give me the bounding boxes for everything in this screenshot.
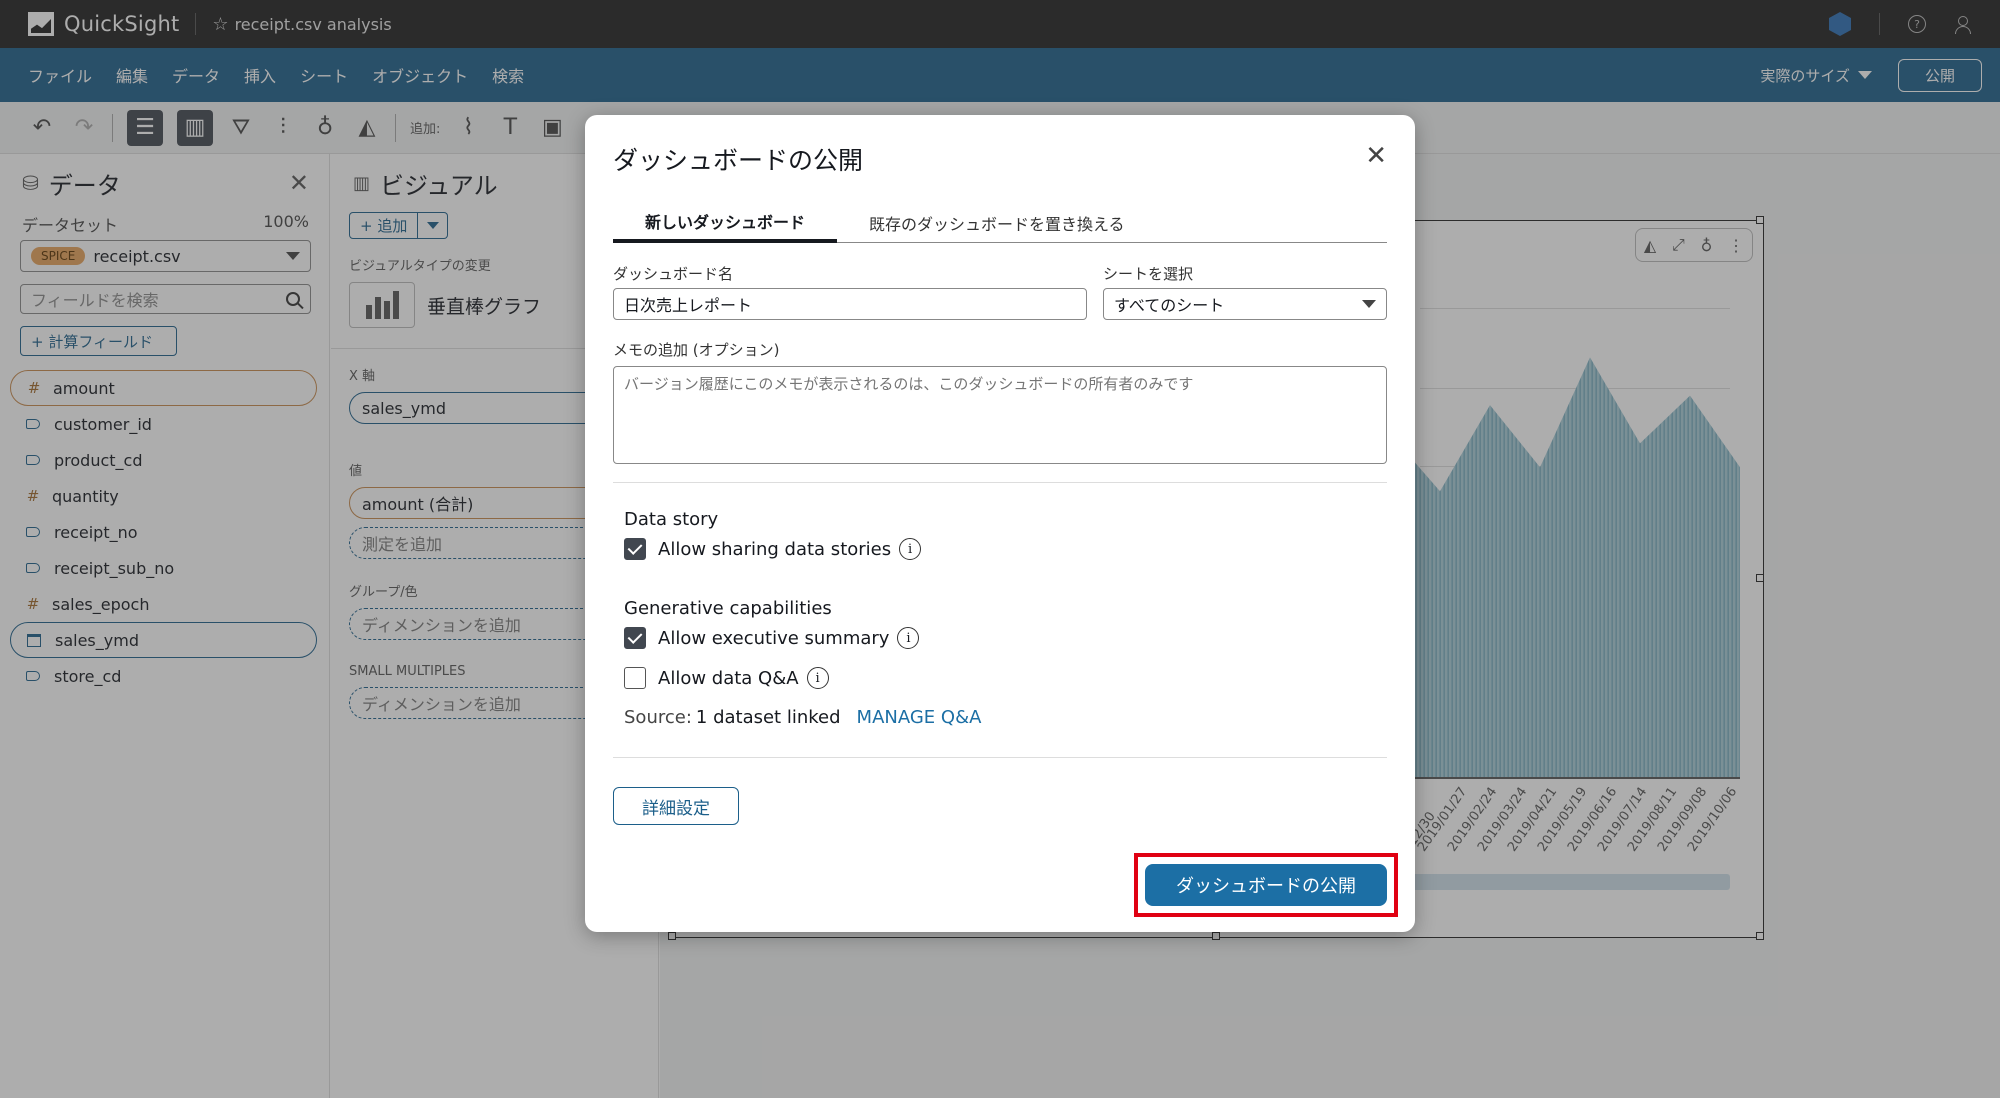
allow-data-qa-checkbox[interactable]	[624, 667, 646, 689]
source-row: Source: 1 dataset linked MANAGE Q&A	[624, 707, 981, 728]
allow-sharing-checkbox[interactable]	[624, 538, 646, 560]
dialog-tabs: 新しいダッシュボード 既存のダッシュボードを置き換える	[613, 203, 1387, 243]
allow-executive-summary-checkbox[interactable]	[624, 627, 646, 649]
close-icon[interactable]: ✕	[1365, 141, 1387, 171]
source-value: 1 dataset linked	[695, 707, 841, 728]
dashboard-name-value: 日次売上レポート	[624, 296, 753, 315]
publish-dashboard-dialog: ダッシュボードの公開 ✕ 新しいダッシュボード 既存のダッシュボードを置き換える…	[585, 115, 1415, 932]
source-label: Source:	[624, 707, 692, 728]
divider	[613, 757, 1387, 758]
sheet-select-label: シートを選択	[1103, 265, 1194, 283]
manage-qa-link[interactable]: MANAGE Q&A	[857, 707, 982, 728]
allow-sharing-label: Allow sharing data stories	[658, 538, 892, 560]
tab-new-dashboard[interactable]: 新しいダッシュボード	[613, 203, 838, 243]
tab-replace-dashboard[interactable]: 既存のダッシュボードを置き換える	[837, 203, 1157, 243]
generative-heading: Generative capabilities	[624, 598, 832, 619]
dialog-title: ダッシュボードの公開	[613, 146, 864, 175]
allow-sharing-row: Allow sharing data stories i	[624, 538, 922, 560]
memo-label: メモの追加 (オプション)	[613, 341, 780, 359]
info-icon[interactable]: i	[899, 538, 922, 560]
dashboard-name-label: ダッシュボード名	[613, 265, 734, 283]
chevron-down-icon	[1362, 300, 1376, 308]
allow-data-qa-label: Allow data Q&A	[658, 667, 799, 689]
memo-textarea[interactable]	[613, 366, 1387, 464]
divider	[613, 482, 1387, 483]
allow-qa-row: Allow data Q&A i	[624, 667, 829, 689]
data-story-heading: Data story	[624, 509, 719, 530]
allow-exec-row: Allow executive summary i	[624, 627, 920, 649]
dashboard-name-input[interactable]: 日次売上レポート	[613, 288, 1087, 320]
info-icon[interactable]: i	[806, 667, 829, 689]
advanced-settings-button[interactable]: 詳細設定	[613, 787, 739, 825]
sheet-select-value: すべてのシート	[1114, 296, 1225, 315]
sheet-select[interactable]: すべてのシート	[1103, 288, 1387, 320]
allow-executive-summary-label: Allow executive summary	[658, 627, 890, 649]
info-icon[interactable]: i	[897, 627, 920, 649]
publish-dashboard-button[interactable]: ダッシュボードの公開	[1145, 864, 1387, 906]
